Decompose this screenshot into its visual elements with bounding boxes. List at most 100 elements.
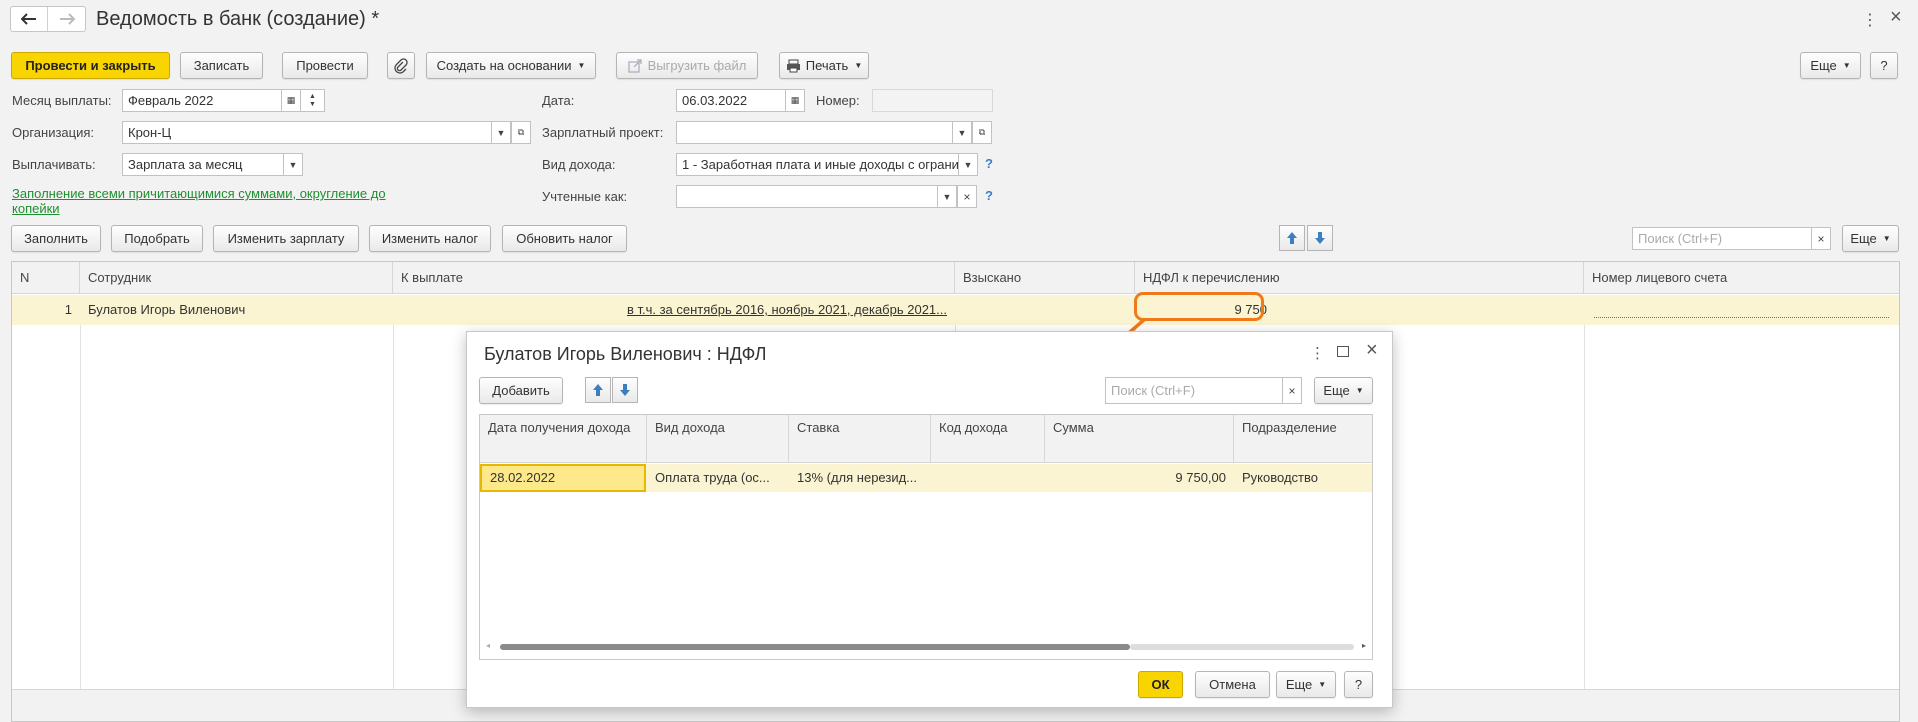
export-file-button[interactable]: Выгрузить файл (616, 52, 758, 79)
income-date-cell[interactable]: 28.02.2022 (480, 464, 646, 492)
month-label: Месяц выплаты: (12, 93, 112, 108)
print-button[interactable]: Печать ▼ (779, 52, 869, 79)
horizontal-scrollbar[interactable]: ◂ ▸ (486, 641, 1366, 653)
required-field-underline (1594, 317, 1889, 318)
clear-search-icon[interactable]: × (1811, 227, 1831, 250)
close-icon[interactable]: × (1366, 339, 1378, 362)
column-header-n[interactable]: N (12, 262, 80, 294)
chevron-down-icon[interactable]: ▼ (491, 121, 511, 144)
table-more-button[interactable]: Еще ▼ (1842, 225, 1899, 252)
column-header-ndfl[interactable]: НДФЛ к перечислению (1135, 262, 1584, 294)
attach-button[interactable] (387, 52, 415, 79)
change-salary-button[interactable]: Изменить зарплату (213, 225, 359, 252)
salary-project-label: Зарплатный проект: (542, 125, 664, 140)
refresh-tax-button[interactable]: Обновить налог (502, 225, 627, 252)
help-icon[interactable]: ? (985, 156, 993, 171)
post-button[interactable]: Провести (282, 52, 368, 79)
dialog-more-button-bottom[interactable]: Еще ▼ (1276, 671, 1336, 698)
department-cell[interactable]: Руководство (1234, 464, 1372, 492)
create-based-on-button[interactable]: Создать на основании ▼ (426, 52, 596, 79)
forward-button[interactable] (48, 7, 85, 31)
accounted-as-field[interactable] (676, 185, 938, 208)
dialog-title: Булатов Игорь Виленович : НДФЛ (484, 344, 767, 364)
employee-cell[interactable]: Булатов Игорь Виленович (80, 295, 393, 325)
open-link-icon[interactable]: ⧉ (511, 121, 531, 144)
kebab-menu-icon[interactable]: ⋮ (1862, 10, 1878, 30)
salary-project-field[interactable] (676, 121, 953, 144)
number-label: Номер: (816, 93, 860, 108)
table-row[interactable]: 1 Булатов Игорь Виленович в т.ч. за сент… (12, 295, 1899, 325)
window-title: Ведомость в банк (создание) * (96, 8, 380, 30)
back-button[interactable] (11, 7, 49, 31)
sum-cell[interactable]: 9 750,00 (1045, 464, 1234, 492)
change-tax-button[interactable]: Изменить налог (369, 225, 491, 252)
move-down-button[interactable] (612, 377, 638, 403)
column-header-rate[interactable]: Ставка (789, 415, 931, 463)
accounted-as-label: Учтенные как: (542, 189, 628, 204)
chevron-down-icon[interactable]: ▼ (958, 153, 978, 176)
table-search-input[interactable]: Поиск (Ctrl+F) (1632, 227, 1812, 250)
clear-search-icon[interactable]: × (1282, 377, 1302, 404)
column-header-collected[interactable]: Взыскано (955, 262, 1135, 294)
column-header-income-date[interactable]: Дата получения дохода (480, 415, 647, 463)
help-icon[interactable]: ? (985, 188, 993, 203)
chevron-down-icon[interactable]: ▼ (283, 153, 303, 176)
dialog-more-button[interactable]: Еще ▼ (1314, 377, 1373, 404)
ok-button[interactable]: ОК (1138, 671, 1183, 698)
scroll-left-icon[interactable]: ◂ (486, 641, 490, 650)
calendar-icon[interactable]: ▦ (281, 89, 301, 112)
account-cell[interactable] (1584, 295, 1899, 325)
open-link-icon[interactable]: ⧉ (972, 121, 992, 144)
scroll-track (1130, 644, 1354, 650)
ndfl-table: Дата получения дохода Вид дохода Ставка … (479, 414, 1373, 660)
chevron-down-icon[interactable]: ▼ (952, 121, 972, 144)
column-header-to-pay[interactable]: К выплате (393, 262, 955, 294)
column-header-income-type[interactable]: Вид дохода (647, 415, 789, 463)
column-header-account[interactable]: Номер лицевого счета (1584, 262, 1899, 294)
move-down-button[interactable] (1307, 225, 1333, 251)
organization-field[interactable]: Крон-Ц (122, 121, 492, 144)
date-field[interactable]: 06.03.2022 (676, 89, 786, 112)
save-button[interactable]: Записать (180, 52, 263, 79)
income-type-label: Вид дохода: (542, 157, 616, 172)
table-row[interactable]: 28.02.2022 Оплата труда (ос... 13% (для … (480, 464, 1372, 492)
move-up-button[interactable] (585, 377, 611, 403)
income-type-field[interactable]: 1 - Заработная плата и иные доходы с огр… (676, 153, 959, 176)
scroll-thumb[interactable] (500, 644, 1130, 650)
help-button[interactable]: ? (1344, 671, 1373, 698)
kebab-menu-icon[interactable]: ⋮ (1310, 344, 1325, 362)
more-button[interactable]: Еще ▼ (1800, 52, 1861, 79)
post-and-close-button[interactable]: Провести и закрыть (11, 52, 170, 79)
cancel-button[interactable]: Отмена (1195, 671, 1270, 698)
scroll-right-icon[interactable]: ▸ (1362, 641, 1366, 650)
rate-cell[interactable]: 13% (для нерезид... (789, 464, 931, 492)
chevron-down-icon[interactable]: ▼ (937, 185, 957, 208)
close-window-icon[interactable]: × (1890, 6, 1902, 29)
month-stepper[interactable]: ▲ ▼ (300, 89, 325, 112)
arrow-down-icon (620, 384, 630, 396)
fill-button[interactable]: Заполнить (11, 225, 101, 252)
calendar-icon[interactable]: ▦ (785, 89, 805, 112)
income-type-cell[interactable]: Оплата труда (ос... (647, 464, 789, 492)
table-header: N Сотрудник К выплате Взыскано НДФЛ к пе… (12, 262, 1899, 294)
fill-all-amounts-link[interactable]: Заполнение всеми причитающимися суммами,… (12, 186, 412, 216)
column-header-sum[interactable]: Сумма (1045, 415, 1234, 463)
pay-field[interactable]: Зарплата за месяц (122, 153, 284, 176)
month-field[interactable]: Февраль 2022 (122, 89, 282, 112)
more-label: Еще (1323, 383, 1350, 398)
number-field[interactable] (872, 89, 993, 112)
help-button[interactable]: ? (1870, 52, 1898, 79)
maximize-icon[interactable] (1337, 346, 1349, 357)
column-header-income-code[interactable]: Код дохода (931, 415, 1045, 463)
printer-icon (786, 59, 800, 72)
column-header-employee[interactable]: Сотрудник (80, 262, 393, 294)
ndfl-dialog: Булатов Игорь Виленович : НДФЛ ⋮ × Добав… (466, 331, 1393, 708)
pick-button[interactable]: Подобрать (111, 225, 203, 252)
income-code-cell[interactable] (931, 464, 1045, 492)
clear-icon[interactable]: × (957, 185, 977, 208)
move-up-button[interactable] (1279, 225, 1305, 251)
dialog-search-input[interactable]: Поиск (Ctrl+F) (1105, 377, 1283, 404)
add-button[interactable]: Добавить (479, 377, 563, 404)
pay-note-link[interactable]: в т.ч. за сентябрь 2016, ноябрь 2021, де… (393, 295, 955, 325)
column-header-department[interactable]: Подразделение (1234, 415, 1372, 463)
